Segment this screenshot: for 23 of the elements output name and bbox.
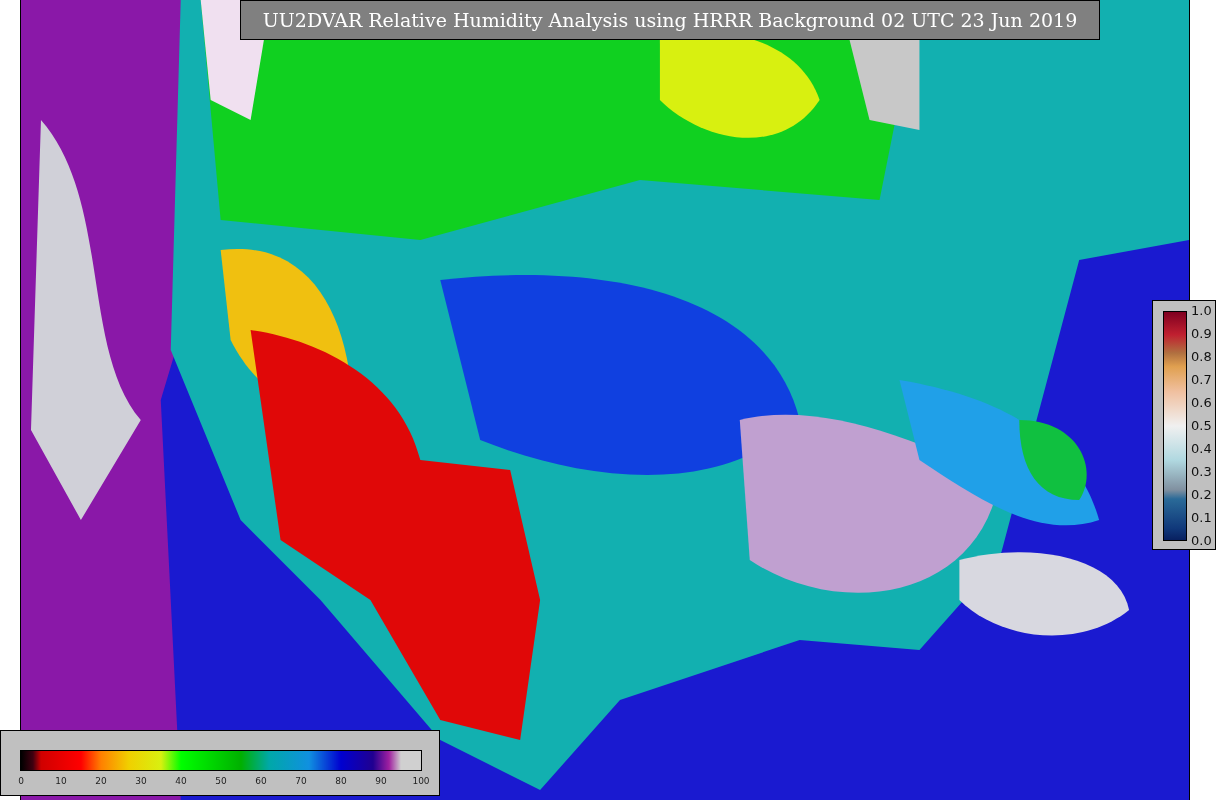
colorbar-tick-label: 60 bbox=[254, 775, 268, 788]
colorbar-tick-label: 1.0 bbox=[1191, 304, 1212, 318]
colorbar-tick-label: 0.6 bbox=[1191, 396, 1212, 410]
colorbar-tick-label: 30 bbox=[134, 775, 148, 788]
colorbar-tick-label: 0.3 bbox=[1191, 465, 1212, 479]
colorbar-tick-label: 0.4 bbox=[1191, 442, 1212, 456]
colorbar-tick-label: 90 bbox=[374, 775, 388, 788]
colorbar-tick-label: 40 bbox=[174, 775, 188, 788]
colorbar-tick-label: 0.9 bbox=[1191, 327, 1212, 341]
colorbar-tick-label: 20 bbox=[94, 775, 108, 788]
colorbar-tick-label: 70 bbox=[294, 775, 308, 788]
colorbar-tick-label: 0.1 bbox=[1191, 511, 1212, 525]
colorbar-tick-label: 50 bbox=[214, 775, 228, 788]
colorbar-tick-label: 0.2 bbox=[1191, 488, 1212, 502]
colorbar-tick-label: 0.8 bbox=[1191, 350, 1212, 364]
colorbar-tick-label: 0.5 bbox=[1191, 419, 1212, 433]
colorbar-tick-label: 10 bbox=[54, 775, 68, 788]
chart-title: UU2DVAR Relative Humidity Analysis using HRRR Background 02 UTC 23 Jun 2019 bbox=[240, 0, 1100, 40]
colorbar-tick-label: 100 bbox=[411, 775, 431, 788]
colorbar-tick-label: 80 bbox=[334, 775, 348, 788]
colorbar-tick-label: 0.0 bbox=[1191, 534, 1212, 548]
colorbar-tick-label: 0.7 bbox=[1191, 373, 1212, 387]
colorbar-tick-label: 0 bbox=[17, 775, 25, 788]
